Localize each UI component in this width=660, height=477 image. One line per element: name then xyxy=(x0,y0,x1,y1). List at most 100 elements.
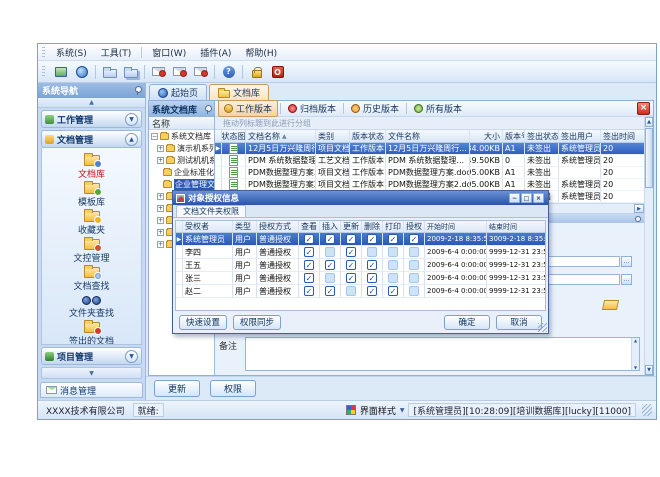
lock-icon[interactable] xyxy=(247,63,266,81)
resize-grip[interactable] xyxy=(642,404,652,416)
col-insert[interactable]: 插入 xyxy=(320,221,341,232)
table-row[interactable]: PDM 系统数据整理检... 工艺文档 工作版本 PDM 系统数据整理... 4… xyxy=(215,155,644,167)
grant-checkbox[interactable] xyxy=(404,246,425,258)
group-by-bar[interactable]: 拖动列标题到此进行分组 xyxy=(215,117,644,130)
ok-button[interactable]: 确定 xyxy=(444,315,490,330)
menubar-grip[interactable] xyxy=(42,47,45,58)
update-checkbox[interactable]: ✓ xyxy=(341,259,362,271)
sidebar-item-document-library[interactable]: 文档库 xyxy=(42,152,141,180)
insert-checkbox[interactable] xyxy=(320,272,341,284)
sidebar-item-template-library[interactable]: 模板库 xyxy=(42,180,141,208)
print-checkbox[interactable]: ✓ xyxy=(383,233,404,245)
globe-icon[interactable] xyxy=(72,63,91,81)
col-doc-name[interactable]: 文档名称▲ xyxy=(246,130,316,142)
menu-plugins[interactable]: 插件(A) xyxy=(193,45,238,60)
expand-icon[interactable]: + xyxy=(157,157,164,164)
col-checkout-user[interactable]: 签出用户 xyxy=(559,130,601,142)
tree-node[interactable]: +演示机系列 xyxy=(149,142,214,154)
col-start-time[interactable]: 开始时间 xyxy=(425,221,487,232)
col-version[interactable]: 版本号 xyxy=(503,130,525,142)
col-mode[interactable]: 授权方式 xyxy=(257,221,299,232)
view-checkbox[interactable]: ✓ xyxy=(299,259,320,271)
minimize-icon[interactable]: − xyxy=(509,193,520,203)
chevron-up-icon[interactable]: ▲ xyxy=(125,133,138,146)
menu-help[interactable]: 帮助(H) xyxy=(238,45,284,60)
col-print[interactable]: 打印 xyxy=(383,221,404,232)
chevron-down-icon[interactable]: ▼ xyxy=(125,113,138,126)
panel-project-management[interactable]: 项目管理 ▼ xyxy=(41,347,142,365)
expand-icon[interactable]: + xyxy=(157,205,164,212)
scroll-down-icon[interactable]: ▼ xyxy=(645,365,653,375)
open-folder-button[interactable] xyxy=(602,300,619,310)
insert-checkbox[interactable] xyxy=(320,246,341,258)
grant-checkbox[interactable] xyxy=(404,272,425,284)
folders-icon[interactable] xyxy=(121,63,140,81)
quick-setup-button[interactable]: 快速设置 xyxy=(179,315,227,330)
col-checkout-time[interactable]: 签出时间 xyxy=(601,130,644,142)
update-checkbox[interactable]: ✓ xyxy=(341,272,362,284)
col-end-time[interactable]: 结束时间 xyxy=(487,221,545,232)
print-checkbox[interactable] xyxy=(383,272,404,284)
mail-new-icon[interactable] xyxy=(149,63,168,81)
sidebar-scroll-up[interactable]: ▲ xyxy=(38,98,145,108)
close-icon[interactable]: × xyxy=(533,193,544,203)
print-checkbox[interactable] xyxy=(383,259,404,271)
update-checkbox[interactable] xyxy=(341,285,362,297)
expand-icon[interactable]: + xyxy=(157,193,164,200)
mail-config-icon[interactable] xyxy=(191,63,210,81)
history-version-button[interactable]: 历史版本 xyxy=(346,101,404,116)
tree-node[interactable]: 企业标准化文件 xyxy=(149,166,214,178)
permission-row[interactable]: ▶ 系统管理员 用户 普通授权 ✓ ✓ ✓ ✓ ✓ ✓ 2009-2-18 8:… xyxy=(176,233,545,246)
grant-checkbox[interactable] xyxy=(404,259,425,271)
permission-sync-button[interactable]: 权限同步 xyxy=(233,315,281,330)
view-checkbox[interactable]: ✓ xyxy=(299,272,320,284)
work-version-button[interactable]: 工作版本 xyxy=(218,100,278,117)
details-pin-icon[interactable] xyxy=(635,216,641,222)
update-checkbox[interactable]: ✓ xyxy=(341,233,362,245)
delete-checkbox[interactable]: ✓ xyxy=(362,285,383,297)
grant-checkbox[interactable]: ✓ xyxy=(404,233,425,245)
delete-checkbox[interactable]: ✓ xyxy=(362,233,383,245)
table-row[interactable]: PDM数据整理方案.doc 项目文档 工作版本 PDM数据整理方案.doc 95… xyxy=(215,167,644,179)
dialog-titlebar[interactable]: 对象授权信息 − □ × xyxy=(173,191,548,205)
permission-row[interactable]: 李四 用户 普通授权 ✓ ✓ 2009-6-4 0:00:00 9999-12-… xyxy=(176,246,545,259)
menu-tools[interactable]: 工具(T) xyxy=(94,45,139,60)
insert-checkbox[interactable]: ✓ xyxy=(320,285,341,297)
view-checkbox[interactable]: ✓ xyxy=(299,285,320,297)
table-row[interactable]: ▶ 12月5日万兴隆周行... 项目文档 工作版本 12月5日万兴隆周行... … xyxy=(215,143,644,155)
col-status-icon[interactable]: 状态图 xyxy=(222,130,246,142)
col-checkout-status[interactable]: 签出状态 xyxy=(525,130,559,142)
pin-icon[interactable] xyxy=(134,86,141,95)
sidebar-item-favorites[interactable]: 收藏夹 xyxy=(42,208,141,236)
pin-icon[interactable] xyxy=(204,105,211,114)
sidebar-item-doc-control[interactable]: 文控管理 xyxy=(42,236,141,264)
help-icon[interactable]: ? xyxy=(219,63,238,81)
ellipsis-button[interactable]: … xyxy=(621,256,632,267)
remarks-textarea[interactable]: ▲▼ xyxy=(245,337,640,371)
remarks-scrollbar[interactable]: ▲▼ xyxy=(631,338,639,370)
panel-work-management[interactable]: 工作管理 ▼ xyxy=(41,110,142,128)
permission-row[interactable]: 赵二 用户 普通授权 ✓ ✓ ✓ ✓ 2009-6-4 0:00:00 9999… xyxy=(176,285,545,298)
sidebar-item-doc-search[interactable]: 文档查找 xyxy=(42,264,141,292)
tab-document-library[interactable]: 文档库 xyxy=(209,84,269,100)
panel-document-management[interactable]: 文档管理 ▲ xyxy=(41,130,142,148)
mail-open-icon[interactable] xyxy=(170,63,189,81)
view-checkbox[interactable]: ✓ xyxy=(299,233,320,245)
delete-checkbox[interactable]: ✓ xyxy=(362,259,383,271)
computer-icon[interactable] xyxy=(51,63,70,81)
tab-start-page[interactable]: 起始页 xyxy=(149,84,207,100)
col-update[interactable]: 更新 xyxy=(341,221,362,232)
update-checkbox[interactable]: ✓ xyxy=(341,246,362,258)
permission-button[interactable]: 权限 xyxy=(210,380,256,397)
scrollbar-track[interactable] xyxy=(645,189,653,365)
col-file-name[interactable]: 文件名称 xyxy=(386,130,470,142)
tree-node-root[interactable]: −系统文档库 xyxy=(149,130,214,142)
vertical-scrollbar[interactable]: ▲ ▼ xyxy=(644,117,653,375)
menu-window[interactable]: 窗口(W) xyxy=(145,45,193,60)
col-grantee[interactable]: 受权者 xyxy=(183,221,233,232)
all-versions-button[interactable]: 所有版本 xyxy=(409,101,467,116)
folder-icon[interactable] xyxy=(100,63,119,81)
tree-node[interactable]: +测试机机系列 xyxy=(149,154,214,166)
sidebar-item-folder-search[interactable]: 文件夹查找 xyxy=(42,292,141,319)
view-checkbox[interactable]: ✓ xyxy=(299,246,320,258)
